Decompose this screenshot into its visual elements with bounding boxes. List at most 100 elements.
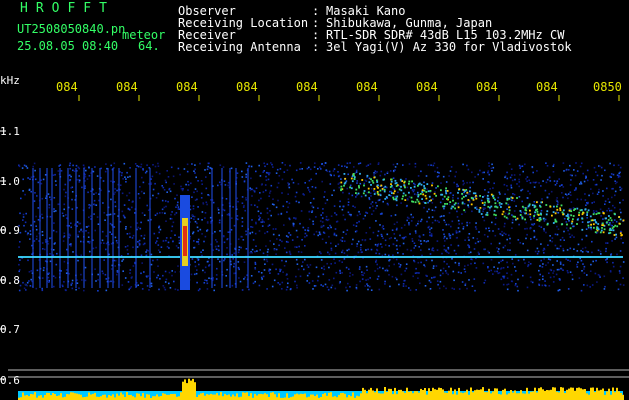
noise-pixel (547, 258, 550, 260)
noise-pixel (225, 275, 227, 277)
signal-level-bar (506, 394, 508, 400)
noise-pixel (490, 167, 493, 170)
drift-signal-pixel (556, 205, 558, 208)
drift-signal-pixel (494, 198, 496, 201)
noise-pixel (451, 287, 454, 290)
noise-pixel (506, 171, 508, 174)
noise-pixel (434, 191, 436, 193)
noise-pixel (236, 172, 239, 174)
noise-pixel (180, 185, 182, 188)
noise-pixel (248, 165, 250, 168)
noise-pixel (571, 234, 573, 237)
noise-pixel (380, 233, 383, 236)
drift-signal-pixel (461, 197, 463, 200)
noise-pixel (506, 277, 509, 279)
signal-level-bar (578, 387, 580, 400)
signal-level-bar (476, 389, 478, 400)
noise-pixel (547, 244, 549, 246)
noise-pixel (579, 183, 581, 185)
noise-pixel (222, 166, 225, 168)
drift-signal-pixel (483, 204, 486, 206)
noise-pixel (473, 248, 476, 250)
noise-pixel (278, 234, 280, 237)
noise-pixel (569, 164, 571, 167)
noise-pixel (358, 210, 360, 213)
noise-pixel (532, 171, 534, 174)
noise-pixel (364, 285, 366, 287)
noise-pixel (285, 260, 287, 263)
noise-pixel (105, 163, 107, 165)
drift-signal-pixel (606, 221, 608, 224)
noise-pixel (320, 214, 322, 216)
noise-pixel (443, 233, 445, 236)
noise-pixel (363, 272, 366, 274)
noise-pixel (420, 218, 423, 221)
noise-pixel (448, 265, 450, 268)
noise-pixel (141, 288, 144, 290)
noise-pixel (159, 212, 161, 214)
noise-pixel (573, 225, 575, 228)
noise-pixel (294, 280, 296, 283)
drift-signal-pixel (514, 215, 516, 218)
noise-pixel (226, 268, 228, 271)
noise-pixel (510, 186, 513, 189)
drift-signal-pixel (568, 209, 571, 212)
signal-level-bar (262, 394, 264, 400)
noise-pixel (41, 242, 44, 244)
noise-pixel (258, 164, 260, 167)
signal-level-bar (422, 390, 424, 400)
drift-signal-pixel (572, 218, 574, 221)
signal-level-bar (166, 394, 168, 400)
noise-pixel (231, 284, 234, 287)
noise-pixel (201, 219, 203, 221)
noise-pixel (289, 164, 291, 167)
noise-pixel (414, 230, 417, 232)
noise-pixel (342, 231, 345, 233)
noise-pixel (230, 167, 233, 170)
noise-pixel (84, 266, 87, 269)
noise-pixel (334, 228, 337, 230)
noise-pixel (254, 268, 257, 270)
noise-pixel (77, 166, 80, 169)
noise-pixel (81, 186, 83, 189)
noise-pixel (308, 272, 311, 275)
signal-level-bar (400, 389, 402, 400)
noise-pixel (269, 272, 271, 274)
signal-level-bar (420, 388, 422, 400)
noise-pixel (585, 177, 587, 179)
noise-pixel (540, 185, 542, 187)
drift-signal-pixel (376, 184, 379, 187)
noise-pixel (542, 263, 544, 265)
signal-level-bar (508, 393, 510, 400)
noise-pixel (43, 267, 45, 269)
noise-pixel (297, 268, 300, 271)
noise-pixel (504, 193, 506, 195)
noise-pixel (386, 233, 389, 236)
noise-pixel (557, 201, 559, 204)
noise-pixel (494, 223, 497, 226)
noise-pixel (375, 201, 377, 204)
noise-pixel (442, 229, 444, 231)
noise-pixel (376, 234, 379, 237)
noise-pixel (307, 227, 310, 229)
noise-pixel (154, 214, 157, 216)
signal-level-bar (418, 392, 420, 400)
signal-level-bar (50, 395, 52, 400)
noise-pixel (542, 275, 544, 278)
noise-pixel (392, 254, 394, 256)
noise-pixel (445, 272, 448, 274)
drift-signal-pixel (417, 183, 420, 186)
noise-pixel (187, 184, 190, 186)
noise-pixel (556, 225, 558, 228)
noise-pixel (483, 282, 486, 284)
noise-pixel (374, 270, 376, 272)
noise-pixel (444, 270, 447, 272)
signal-level-bar (350, 396, 352, 400)
noise-pixel (70, 187, 72, 189)
noise-pixel (215, 248, 218, 250)
noise-pixel (620, 187, 623, 190)
noise-pixel (121, 210, 124, 213)
signal-level-bar (406, 387, 408, 400)
drift-signal-pixel (383, 190, 386, 193)
drift-signal-pixel (593, 226, 595, 229)
